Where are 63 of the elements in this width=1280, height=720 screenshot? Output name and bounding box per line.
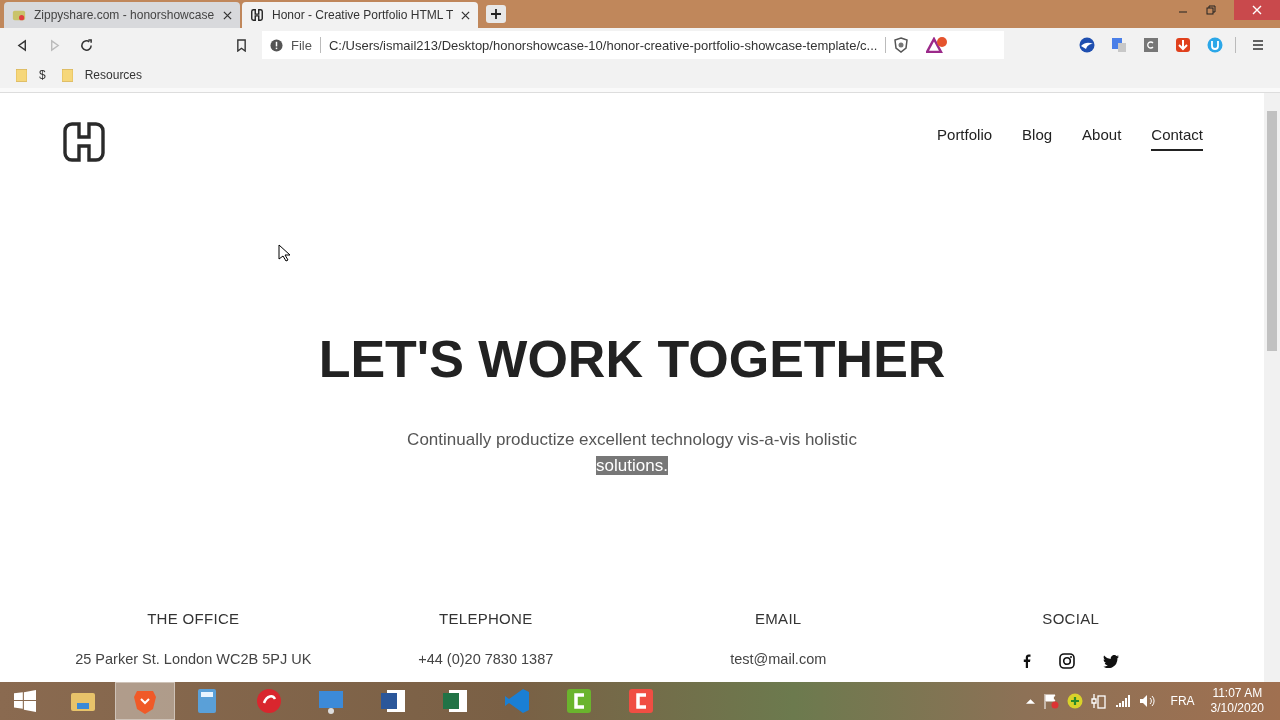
clock-date[interactable]: 3/10/2020: [1210, 701, 1264, 716]
spreadsheet-icon: [441, 687, 469, 715]
logo-icon: [250, 8, 264, 22]
clock-time[interactable]: 11:07 AM: [1212, 686, 1263, 701]
address-bar[interactable]: File C:/Users/ismail213/Desktop/honorshowcase-10/honor-creative-portfolio-showcase-template/c...: [262, 31, 1004, 59]
shield-badge-icon[interactable]: [1207, 37, 1223, 53]
folder-icon: [61, 68, 73, 82]
scrollbar-thumb[interactable]: [1267, 111, 1277, 351]
menu-icon[interactable]: [1252, 39, 1264, 51]
bookmark-icon[interactable]: [236, 38, 247, 52]
plus-circle-icon[interactable]: [1066, 693, 1083, 709]
speaker-icon[interactable]: [1138, 693, 1155, 709]
contact-value: +44 (0)20 7830 1387: [417, 651, 555, 667]
tab-title: Honor - Creative Portfolio HTML T: [272, 8, 453, 22]
signal-icon[interactable]: [1114, 693, 1131, 709]
back-icon[interactable]: [16, 38, 29, 52]
page-heading: LET'S WORK TOGETHER: [317, 329, 947, 389]
subtitle-text: Continually productize excellent technology vis-a-vis holistic solutions.: [406, 429, 858, 477]
info-icon: [270, 38, 283, 52]
contact-heading: SOCIAL: [1041, 610, 1101, 627]
bookmark-folder[interactable]: Resources: [61, 68, 143, 82]
language-indicator[interactable]: FRA: [1170, 694, 1195, 708]
translate-icon[interactable]: [1111, 37, 1127, 53]
new-tab-button[interactable]: [486, 5, 506, 23]
contact-heading: EMAIL: [754, 610, 803, 627]
contact-value: 25 Parker St. London WC2B 5PJ UK: [74, 651, 313, 667]
folder-icon: [16, 68, 27, 82]
bird-icon[interactable]: [1102, 654, 1119, 668]
cursor-icon: [278, 244, 290, 262]
shield-icon[interactable]: [894, 37, 909, 53]
bookmark-folder[interactable]: $: [16, 68, 46, 82]
browser-tab[interactable]: Zippyshare.com - honorshowcase: [4, 2, 240, 28]
tab-title: Zippyshare.com - honorshowcase: [34, 8, 215, 22]
contact-value: test@mail.com: [729, 651, 828, 667]
close-icon: [1252, 5, 1262, 15]
instagram-icon[interactable]: [1058, 653, 1075, 669]
letter-c-icon: [627, 687, 655, 715]
nav-link[interactable]: Portfolio: [937, 119, 993, 151]
extension-icon[interactable]: [1143, 37, 1159, 53]
facebook-icon[interactable]: [1022, 654, 1031, 668]
browser-tab[interactable]: Honor - Creative Portfolio HTML T: [242, 2, 478, 28]
nav-link[interactable]: Blog: [1022, 119, 1053, 151]
scheme-label: File: [291, 37, 312, 53]
document-icon: [379, 687, 407, 715]
reload-icon[interactable]: [80, 38, 93, 52]
flag-icon[interactable]: [1042, 693, 1059, 709]
contact-heading: THE OFFICE: [146, 610, 241, 627]
close-icon[interactable]: [461, 10, 470, 20]
nav-link[interactable]: Contact: [1151, 119, 1203, 151]
download-icon[interactable]: [1175, 37, 1191, 53]
site-icon: [12, 8, 26, 22]
close-icon[interactable]: [223, 10, 232, 20]
nav-link[interactable]: About: [1082, 119, 1122, 151]
letter-c-icon: [565, 687, 593, 715]
caret-icon[interactable]: [1025, 698, 1035, 704]
plus-icon: [490, 8, 502, 20]
battery-icon[interactable]: [1090, 693, 1107, 709]
url-text: C:/Users/ismail213/Desktop/honorshowcase-10/honor-creative-portfolio-showcase-template/c...: [328, 37, 878, 53]
contact-heading: TELEPHONE: [437, 610, 534, 627]
windows-icon[interactable]: [14, 690, 36, 712]
logo-icon[interactable]: [63, 121, 105, 163]
restore-icon[interactable]: [1206, 5, 1216, 15]
triangle-icon[interactable]: [926, 37, 949, 53]
